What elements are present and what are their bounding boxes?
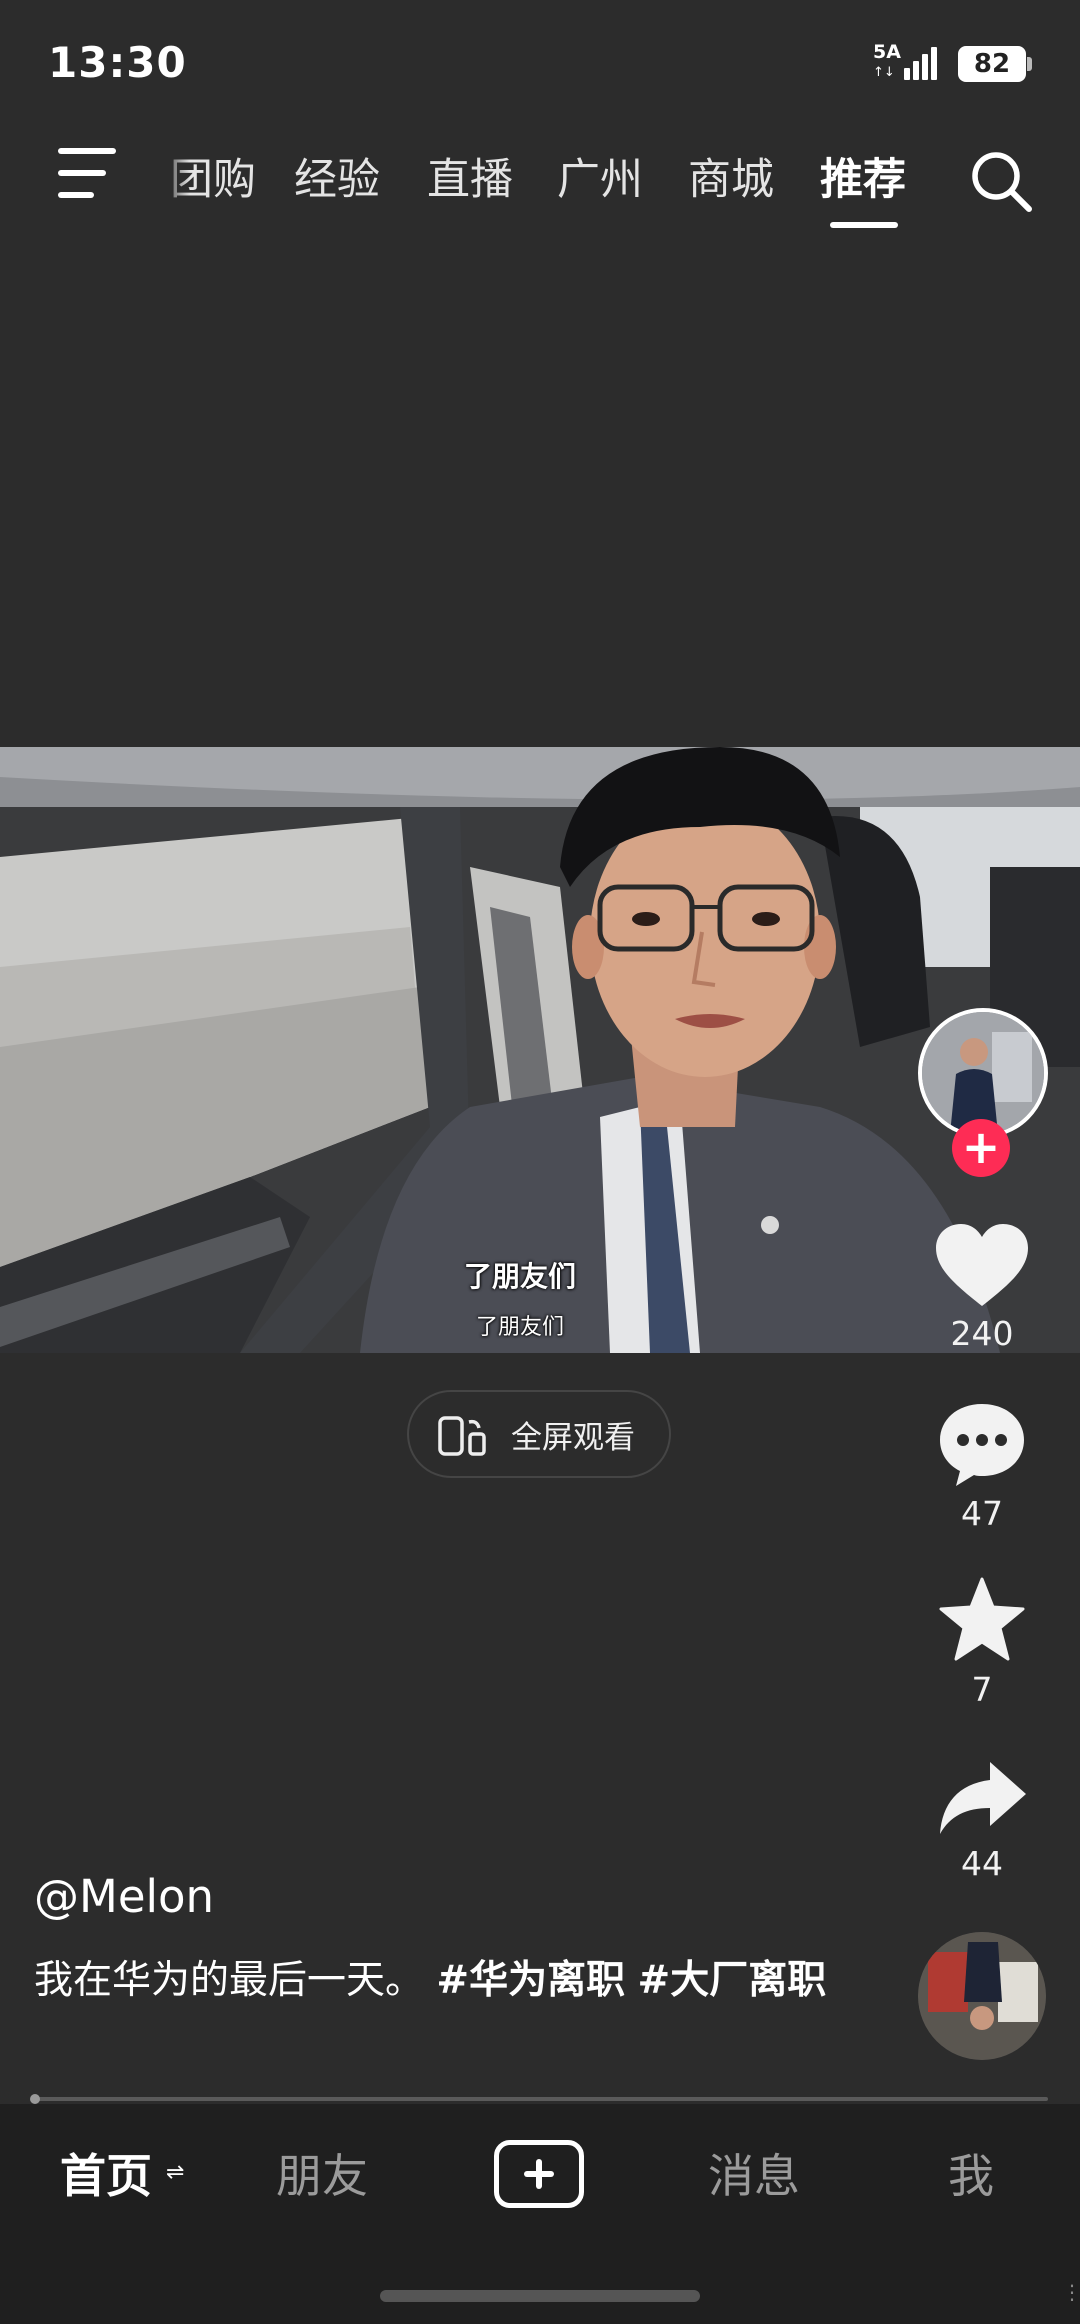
plus-icon: + xyxy=(961,1120,1001,1174)
star-icon xyxy=(939,1577,1025,1661)
nav-friends[interactable]: 朋友 xyxy=(276,2140,368,2206)
tab-recommended[interactable]: 推荐 xyxy=(820,145,906,207)
like-button[interactable]: 240 xyxy=(920,1222,1044,1353)
comment-icon xyxy=(940,1404,1024,1486)
subtitle-secondary: 了朋友们 xyxy=(475,1315,564,1340)
fullscreen-button[interactable]: 全屏观看 xyxy=(407,1390,671,1478)
comment-button[interactable]: 47 xyxy=(920,1400,1044,1533)
post-caption: 我在华为的最后一天。 #华为离职 #大厂离职 xyxy=(34,1950,854,2012)
clock: 13:30 xyxy=(48,38,187,87)
avatar-image xyxy=(922,1012,1044,1134)
author-username[interactable]: @Melon xyxy=(34,1870,214,1923)
tab-live[interactable]: 直播 xyxy=(427,145,513,207)
progress-thumb[interactable] xyxy=(30,2094,40,2104)
fullscreen-label: 全屏观看 xyxy=(511,1420,635,1456)
tab-experience[interactable]: 经验 xyxy=(294,145,380,207)
like-count: 240 xyxy=(950,1314,1014,1353)
tab-guangzhou[interactable]: 广州 xyxy=(557,145,643,207)
search-icon[interactable] xyxy=(968,148,1034,214)
nav-messages[interactable]: 消息 xyxy=(708,2140,800,2206)
battery-icon: 82 xyxy=(958,46,1026,82)
music-disc[interactable] xyxy=(918,1932,1046,2060)
comment-count: 47 xyxy=(961,1494,1003,1533)
video-player[interactable]: 了朋友们 了朋友们 xyxy=(0,747,1080,1353)
switch-feed-icon[interactable]: ⇌ xyxy=(166,2160,184,2185)
hashtag-bigtech-resign[interactable]: #大厂离职 xyxy=(638,1958,827,2003)
share-count: 44 xyxy=(961,1844,1003,1883)
battery-nub xyxy=(1027,57,1032,71)
tab-mall[interactable]: 商城 xyxy=(688,145,774,207)
share-icon xyxy=(940,1762,1026,1834)
nav-home[interactable]: 首页 xyxy=(60,2140,152,2206)
plus-square-icon[interactable] xyxy=(494,2140,584,2208)
favorite-button[interactable]: 7 xyxy=(920,1576,1044,1709)
music-cover-image xyxy=(918,1932,1046,2060)
heart-icon xyxy=(936,1224,1028,1306)
network-activity-icon: ↑↓ xyxy=(873,65,895,80)
status-bar: 13:30 5A ↑↓ 82 xyxy=(0,0,1080,120)
favorite-count: 7 xyxy=(971,1670,993,1709)
signal-icon xyxy=(904,44,946,80)
share-button[interactable]: 44 xyxy=(920,1758,1044,1883)
network-type: 5A xyxy=(873,41,901,63)
follow-button[interactable]: + xyxy=(952,1119,1010,1177)
tab-fade-edge xyxy=(160,140,190,210)
home-indicator[interactable] xyxy=(380,2290,700,2302)
rotate-screen-icon xyxy=(438,1416,486,1456)
caption-text: 我在华为的最后一天。 xyxy=(34,1958,425,2003)
nav-me[interactable]: 我 xyxy=(948,2140,994,2206)
corner-dots: ⋮ xyxy=(1062,2280,1080,2304)
subtitle-main: 了朋友们 xyxy=(463,1260,576,1293)
active-tab-indicator xyxy=(830,222,898,228)
menu-icon[interactable] xyxy=(58,148,120,200)
hashtag-huawei-resign[interactable]: #华为离职 xyxy=(436,1958,625,2003)
video-progress-bar[interactable] xyxy=(32,2097,1048,2101)
